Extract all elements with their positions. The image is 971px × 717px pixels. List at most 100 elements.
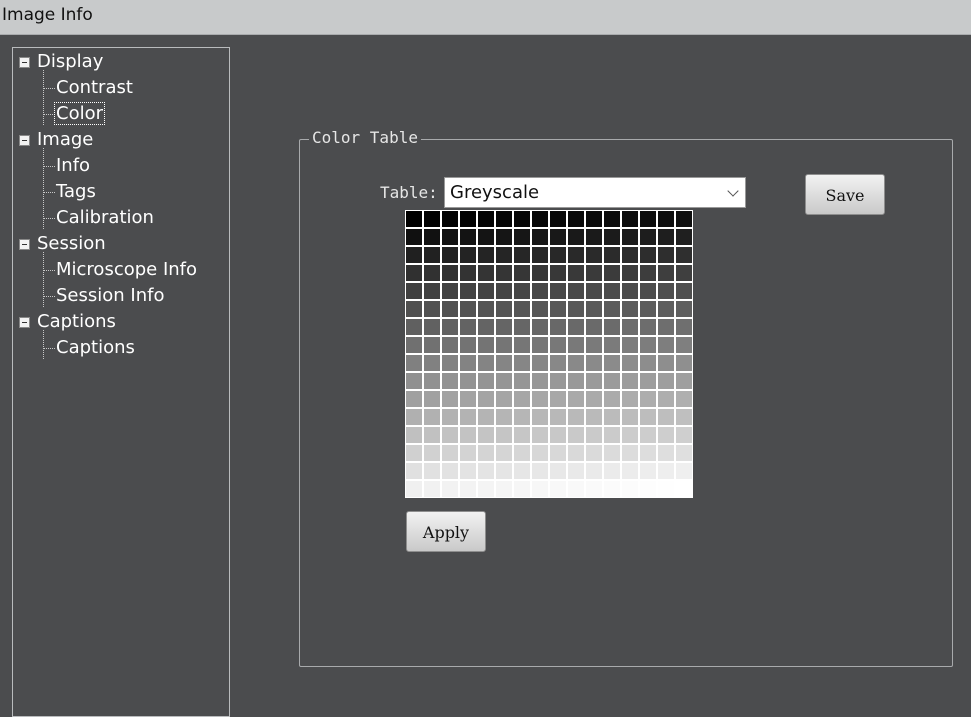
color-swatch[interactable] <box>621 282 639 300</box>
color-swatch[interactable] <box>603 210 621 228</box>
color-swatch[interactable] <box>567 282 585 300</box>
color-swatch[interactable] <box>477 300 495 318</box>
color-swatch[interactable] <box>585 408 603 426</box>
color-swatch[interactable] <box>405 336 423 354</box>
color-swatch[interactable] <box>603 246 621 264</box>
color-swatch[interactable] <box>495 390 513 408</box>
color-swatch[interactable] <box>585 336 603 354</box>
table-select[interactable]: Greyscale <box>444 177 746 208</box>
tree-item-info[interactable]: Info <box>56 155 90 176</box>
color-swatch[interactable] <box>657 300 675 318</box>
color-swatch[interactable] <box>621 462 639 480</box>
color-swatch[interactable] <box>621 300 639 318</box>
color-swatch[interactable] <box>621 480 639 498</box>
color-swatch[interactable] <box>549 372 567 390</box>
color-swatch[interactable] <box>495 336 513 354</box>
color-swatch[interactable] <box>513 246 531 264</box>
color-swatch[interactable] <box>495 246 513 264</box>
color-swatch[interactable] <box>639 246 657 264</box>
color-swatch[interactable] <box>603 426 621 444</box>
color-swatch[interactable] <box>675 300 693 318</box>
color-swatch[interactable] <box>549 336 567 354</box>
color-swatch[interactable] <box>477 354 495 372</box>
color-swatch[interactable] <box>513 282 531 300</box>
color-swatch[interactable] <box>423 264 441 282</box>
color-swatch[interactable] <box>441 264 459 282</box>
color-swatch[interactable] <box>477 228 495 246</box>
color-swatch[interactable] <box>639 480 657 498</box>
tree-item-calibration[interactable]: Calibration <box>56 207 154 228</box>
color-swatch[interactable] <box>423 444 441 462</box>
color-swatch[interactable] <box>423 246 441 264</box>
color-swatch[interactable] <box>477 264 495 282</box>
color-swatch[interactable] <box>459 354 477 372</box>
color-swatch[interactable] <box>621 264 639 282</box>
color-swatch[interactable] <box>675 426 693 444</box>
color-swatch[interactable] <box>441 426 459 444</box>
color-swatch[interactable] <box>405 480 423 498</box>
color-swatch[interactable] <box>603 354 621 372</box>
color-swatch[interactable] <box>567 426 585 444</box>
color-swatch[interactable] <box>495 264 513 282</box>
color-swatch[interactable] <box>675 390 693 408</box>
color-swatch[interactable] <box>549 264 567 282</box>
color-swatch[interactable] <box>477 210 495 228</box>
color-swatch[interactable] <box>639 462 657 480</box>
color-swatch[interactable] <box>621 228 639 246</box>
color-swatch[interactable] <box>495 228 513 246</box>
color-swatch[interactable] <box>549 408 567 426</box>
color-swatch[interactable] <box>513 300 531 318</box>
color-swatch[interactable] <box>531 282 549 300</box>
color-swatch[interactable] <box>567 336 585 354</box>
color-swatch[interactable] <box>639 282 657 300</box>
color-swatch[interactable] <box>639 408 657 426</box>
color-swatch[interactable] <box>549 480 567 498</box>
color-swatch[interactable] <box>513 336 531 354</box>
color-swatch[interactable] <box>495 354 513 372</box>
color-swatch[interactable] <box>477 426 495 444</box>
color-swatch[interactable] <box>477 282 495 300</box>
color-swatch[interactable] <box>423 354 441 372</box>
color-swatch[interactable] <box>549 246 567 264</box>
color-swatch[interactable] <box>657 282 675 300</box>
color-swatch[interactable] <box>513 462 531 480</box>
color-swatch[interactable] <box>549 228 567 246</box>
color-swatch[interactable] <box>531 408 549 426</box>
color-swatch[interactable] <box>423 372 441 390</box>
color-swatch[interactable] <box>675 282 693 300</box>
color-swatch[interactable] <box>477 318 495 336</box>
color-swatch[interactable] <box>513 354 531 372</box>
color-swatch[interactable] <box>567 444 585 462</box>
color-swatch[interactable] <box>549 444 567 462</box>
color-swatch[interactable] <box>441 246 459 264</box>
color-swatch[interactable] <box>441 462 459 480</box>
color-swatch[interactable] <box>459 210 477 228</box>
collapse-icon[interactable] <box>19 135 30 146</box>
collapse-icon[interactable] <box>19 57 30 68</box>
color-swatch[interactable] <box>657 480 675 498</box>
color-swatch[interactable] <box>567 246 585 264</box>
color-swatch[interactable] <box>531 480 549 498</box>
color-swatch[interactable] <box>531 210 549 228</box>
collapse-icon[interactable] <box>19 317 30 328</box>
color-swatch[interactable] <box>495 426 513 444</box>
color-swatch[interactable] <box>441 444 459 462</box>
color-swatch[interactable] <box>495 300 513 318</box>
color-swatch[interactable] <box>657 444 675 462</box>
color-swatch[interactable] <box>423 462 441 480</box>
color-swatch[interactable] <box>585 264 603 282</box>
color-swatch[interactable] <box>531 462 549 480</box>
color-swatch[interactable] <box>459 480 477 498</box>
color-swatch[interactable] <box>675 264 693 282</box>
color-swatch[interactable] <box>405 282 423 300</box>
color-swatch[interactable] <box>585 300 603 318</box>
color-swatch[interactable] <box>405 300 423 318</box>
color-swatch[interactable] <box>531 444 549 462</box>
color-swatch[interactable] <box>603 300 621 318</box>
color-swatch[interactable] <box>459 444 477 462</box>
color-swatch[interactable] <box>639 264 657 282</box>
color-swatch[interactable] <box>549 318 567 336</box>
tree-item-contrast[interactable]: Contrast <box>56 77 133 98</box>
color-swatch[interactable] <box>657 336 675 354</box>
color-swatch[interactable] <box>621 408 639 426</box>
